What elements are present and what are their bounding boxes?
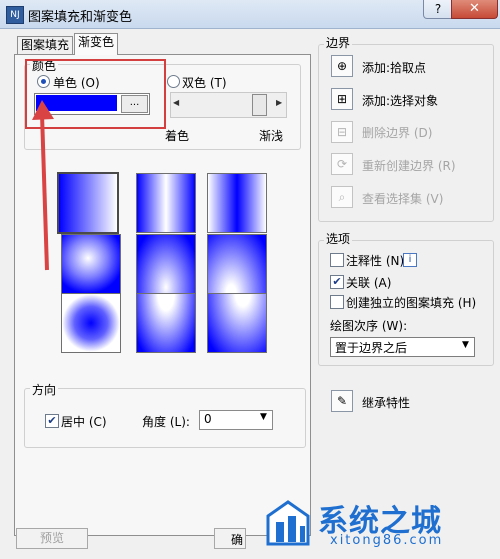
- slider-thumb[interactable]: [252, 94, 267, 116]
- recreate-boundary-icon: ⟳: [331, 153, 353, 175]
- annotative-checkbox[interactable]: [330, 253, 344, 267]
- boundaries-group-title: 边界: [324, 34, 353, 51]
- view-selections-button: 查看选择集 (V): [362, 192, 444, 206]
- view-selection-icon: ⌕: [331, 186, 353, 208]
- shade-tint-slider[interactable]: [170, 92, 287, 118]
- slider-right-icon: ▶: [276, 98, 283, 107]
- two-color-radio[interactable]: [167, 75, 180, 88]
- shade-label: 着色: [165, 129, 190, 143]
- preview-button[interactable]: 预览: [16, 528, 88, 549]
- centered-label: 居中 (C): [61, 415, 107, 429]
- inherit-properties-icon[interactable]: ✎: [331, 390, 353, 412]
- two-color-label: 双色 (T): [182, 76, 227, 90]
- tab-hatch[interactable]: 图案填充: [17, 36, 74, 54]
- draw-order-select[interactable]: 置于边界之后 ▼: [330, 337, 475, 357]
- pick-points-icon[interactable]: ⊕: [331, 55, 353, 77]
- select-objects-icon[interactable]: ⊞: [331, 88, 353, 110]
- draw-order-label: 绘图次序 (W):: [330, 319, 408, 333]
- ok-label: 确: [231, 533, 244, 547]
- angle-value: 0: [204, 412, 212, 426]
- add-select-objects-button[interactable]: 添加:选择对象: [362, 92, 438, 109]
- gradient-pattern-inv-curved[interactable]: [207, 293, 267, 353]
- window-title: 图案填充和渐变色: [28, 10, 133, 25]
- chevron-down-icon: ▼: [462, 340, 469, 350]
- gradient-pattern-curved[interactable]: [207, 234, 267, 294]
- angle-label: 角度 (L):: [142, 415, 190, 429]
- tint-label: 渐浅: [259, 129, 284, 143]
- angle-select[interactable]: 0 ▼: [199, 410, 273, 430]
- gradient-pattern-inv-spherical[interactable]: [61, 293, 121, 353]
- direction-group-title: 方向: [30, 381, 59, 398]
- remove-boundaries-button: 删除边界 (D): [362, 126, 433, 140]
- associative-checkbox[interactable]: ✔: [330, 275, 344, 289]
- remove-boundary-icon: ⊟: [331, 121, 353, 143]
- add-pick-points-button[interactable]: 添加:拾取点: [362, 59, 426, 76]
- slider-left-icon: ◀: [173, 98, 180, 107]
- gradient-pattern-cylinder[interactable]: [136, 173, 196, 233]
- ok-button[interactable]: 确: [214, 528, 246, 549]
- gradient-pattern-linear[interactable]: [57, 172, 119, 234]
- associative-label: 关联 (A): [346, 276, 392, 290]
- separate-hatches-checkbox[interactable]: [330, 295, 344, 309]
- info-icon[interactable]: i: [403, 253, 417, 267]
- recreate-boundary-button: 重新创建边界 (R): [362, 159, 456, 173]
- gradient-pattern-spherical[interactable]: [61, 234, 121, 294]
- app-icon: NJ: [6, 6, 24, 24]
- chevron-down-icon: ▼: [260, 412, 267, 422]
- gradient-pattern-hemispherical[interactable]: [136, 234, 196, 294]
- tab-gradient[interactable]: 渐变色: [74, 33, 119, 55]
- watermark-url: xitong86.com: [330, 533, 444, 548]
- gradient-pattern-inv-cylinder[interactable]: [207, 173, 267, 233]
- close-button[interactable]: ✕: [451, 0, 498, 19]
- centered-checkbox[interactable]: ✔: [45, 414, 59, 428]
- annotative-label: 注释性 (N): [346, 254, 405, 268]
- draw-order-value: 置于边界之后: [335, 341, 408, 355]
- gradient-pattern-inv-hemispherical[interactable]: [136, 293, 196, 353]
- inherit-properties-button[interactable]: 继承特性: [362, 394, 410, 411]
- options-group-title: 选项: [324, 230, 353, 247]
- help-button[interactable]: ?: [423, 0, 453, 19]
- separate-hatches-label: 创建独立的图案填充 (H): [346, 296, 477, 310]
- watermark-logo-icon: [266, 500, 310, 546]
